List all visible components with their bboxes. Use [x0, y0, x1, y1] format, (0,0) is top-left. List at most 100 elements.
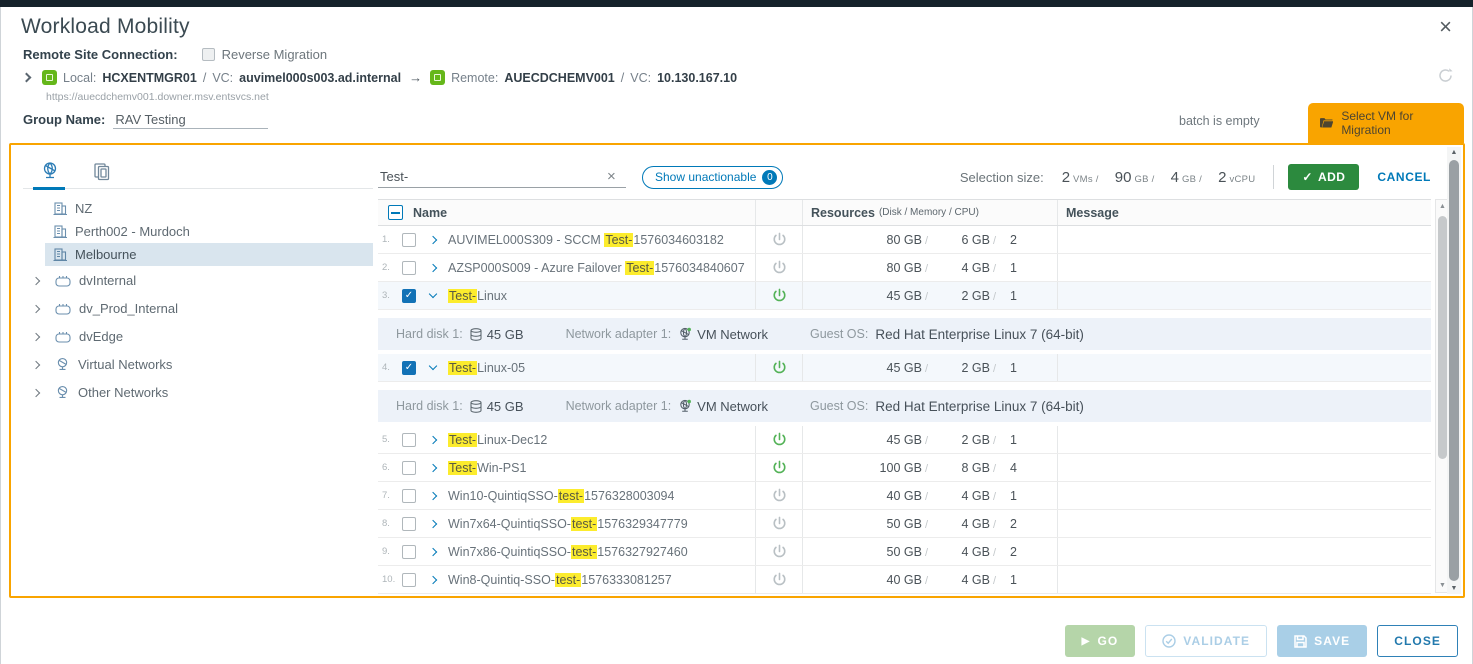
reverse-migration-label: Reverse Migration: [222, 47, 328, 62]
tree-item-other-networks[interactable]: Other Networks: [23, 379, 373, 406]
row-checkbox[interactable]: [402, 517, 416, 531]
vm-memory: 2 GB/: [928, 361, 996, 375]
chevron-right-icon[interactable]: [32, 360, 40, 368]
chevron-right-icon[interactable]: [32, 276, 40, 284]
save-button[interactable]: SAVE: [1277, 625, 1367, 657]
close-icon[interactable]: ×: [1439, 15, 1452, 39]
row-expand-chevron-icon[interactable]: [429, 547, 437, 555]
vm-cpu: 1: [996, 433, 1046, 447]
row-number: 4.: [378, 362, 400, 373]
vm-detail-row: Hard disk 1: 45 GB Network adapter 1: VM…: [378, 390, 1431, 422]
tree-item-nz[interactable]: NZ: [23, 197, 373, 220]
power-state-icon: [772, 544, 787, 559]
clear-search-icon[interactable]: ×: [603, 168, 620, 185]
reverse-migration-checkbox[interactable]: [202, 48, 215, 61]
table-row[interactable]: 8. Win7x64-QuintiqSSO-test-1576329347779…: [378, 510, 1431, 538]
row-checkbox[interactable]: [402, 433, 416, 447]
row-checkbox[interactable]: [402, 489, 416, 503]
page-title: Workload Mobility: [21, 15, 190, 39]
table-header: Name Resources (Disk / Memory / CPU) Mes…: [378, 199, 1431, 226]
row-expand-chevron-icon[interactable]: [429, 290, 437, 298]
tree-item-dv-prod-internal[interactable]: dv_Prod_Internal: [23, 295, 373, 322]
vm-table-area: × Show unactionable 0 Selection size: 2V…: [378, 155, 1431, 594]
expand-chevron-icon[interactable]: [22, 73, 32, 83]
refresh-icon[interactable]: [1437, 67, 1454, 84]
vm-disk: 40 GB/: [803, 489, 928, 503]
globe-icon: [55, 357, 70, 372]
row-checkbox[interactable]: [402, 461, 416, 475]
table-row[interactable]: 3. ✓ Test-Linux 45 GB/ 2 GB/ 1: [378, 282, 1431, 310]
site-connection-row[interactable]: Local: HCXENTMGR01 / VC: auvimel000s003.…: [23, 70, 737, 85]
show-unactionable-button[interactable]: Show unactionable 0: [642, 166, 783, 189]
vm-disk: 80 GB/: [803, 233, 928, 247]
row-number: 3.: [378, 290, 400, 301]
row-checkbox[interactable]: [402, 545, 416, 559]
divider: [1273, 165, 1274, 189]
tree-item-dvedge[interactable]: dvEdge: [23, 323, 373, 350]
tree-item-dvinternal[interactable]: dvInternal: [23, 267, 373, 294]
dvswitch-icon: [55, 331, 71, 343]
vm-message: [1058, 354, 1431, 381]
workload-mobility-dialog: Workload Mobility × Remote Site Connecti…: [0, 7, 1473, 664]
tree-item-virtual-networks[interactable]: Virtual Networks: [23, 351, 373, 378]
vm-message: [1058, 226, 1431, 253]
scroll-up-icon[interactable]: ▲: [1447, 149, 1461, 156]
row-number: 8.: [378, 518, 400, 529]
vm-message: [1058, 482, 1431, 509]
row-expand-chevron-icon[interactable]: [429, 263, 437, 271]
table-row[interactable]: 1. AUVIMEL000S309 - SCCM Test-1576034603…: [378, 226, 1431, 254]
row-checkbox[interactable]: ✓: [402, 289, 416, 303]
row-expand-chevron-icon[interactable]: [429, 435, 437, 443]
remote-vc-label: VC:: [630, 71, 651, 85]
group-name-input[interactable]: [113, 111, 268, 129]
table-row[interactable]: 10. Win8-Quintiq-SSO-test-1576333081257 …: [378, 566, 1431, 594]
power-state-icon: [772, 572, 787, 587]
separator: /: [203, 71, 206, 85]
tree-item-perth002-murdoch[interactable]: Perth002 - Murdoch: [23, 220, 373, 243]
vm-name: Win7x86-QuintiqSSO-test-1576327927460: [448, 545, 688, 559]
row-checkbox[interactable]: [402, 573, 416, 587]
scrollbar-thumb[interactable]: [1438, 216, 1447, 459]
selection-memory: 4GB /: [1171, 169, 1203, 186]
add-button[interactable]: ✓ADD: [1288, 164, 1359, 190]
table-row[interactable]: 2. AZSP000S009 - Azure Failover Test-157…: [378, 254, 1431, 282]
close-button[interactable]: CLOSE: [1377, 625, 1458, 657]
scroll-down-icon[interactable]: ▼: [1447, 585, 1461, 592]
vm-cpu: 1: [996, 573, 1046, 587]
cancel-button[interactable]: CANCEL: [1377, 170, 1431, 184]
row-expand-chevron-icon[interactable]: [429, 575, 437, 583]
tab-select-vm-for-migration[interactable]: Select VM for Migration: [1308, 103, 1464, 143]
row-expand-chevron-icon[interactable]: [429, 519, 437, 527]
tab-compute-icon[interactable]: [89, 161, 115, 181]
row-expand-chevron-icon[interactable]: [429, 235, 437, 243]
row-checkbox[interactable]: [402, 261, 416, 275]
go-button[interactable]: ▶ GO: [1065, 625, 1136, 657]
row-checkbox[interactable]: [402, 233, 416, 247]
vm-cpu: 1: [996, 361, 1046, 375]
scrollbar-thumb[interactable]: [1449, 160, 1459, 581]
table-row[interactable]: 7. Win10-QuintiqSSO-test-1576328003094 4…: [378, 482, 1431, 510]
chevron-right-icon[interactable]: [32, 332, 40, 340]
select-all-checkbox[interactable]: [388, 205, 403, 220]
search-input[interactable]: [378, 166, 603, 187]
vc-label: VC:: [212, 71, 233, 85]
vm-memory: 4 GB/: [928, 517, 996, 531]
row-expand-chevron-icon[interactable]: [429, 463, 437, 471]
table-row[interactable]: 5. Test-Linux-Dec12 45 GB/ 2 GB/ 1: [378, 426, 1431, 454]
power-state-icon: [772, 460, 787, 475]
column-message: Message: [1066, 206, 1119, 220]
row-expand-chevron-icon[interactable]: [429, 362, 437, 370]
chevron-right-icon[interactable]: [32, 304, 40, 312]
table-row[interactable]: 4. ✓ Test-Linux-05 45 GB/ 2 GB/ 1: [378, 354, 1431, 382]
table-row[interactable]: 6. Test-Win-PS1 100 GB/ 8 GB/ 4: [378, 454, 1431, 482]
validate-button[interactable]: VALIDATE: [1145, 625, 1267, 657]
vm-message: [1058, 254, 1431, 281]
row-expand-chevron-icon[interactable]: [429, 491, 437, 499]
chevron-right-icon[interactable]: [32, 388, 40, 396]
dvswitch-icon: [55, 275, 71, 287]
panel-scrollbar[interactable]: ▲ ▼: [1447, 147, 1461, 594]
row-checkbox[interactable]: ✓: [402, 361, 416, 375]
table-row[interactable]: 9. Win7x86-QuintiqSSO-test-1576327927460…: [378, 538, 1431, 566]
tab-sites-globe-icon[interactable]: [37, 161, 63, 181]
tree-item-melbourne[interactable]: Melbourne: [45, 243, 373, 266]
